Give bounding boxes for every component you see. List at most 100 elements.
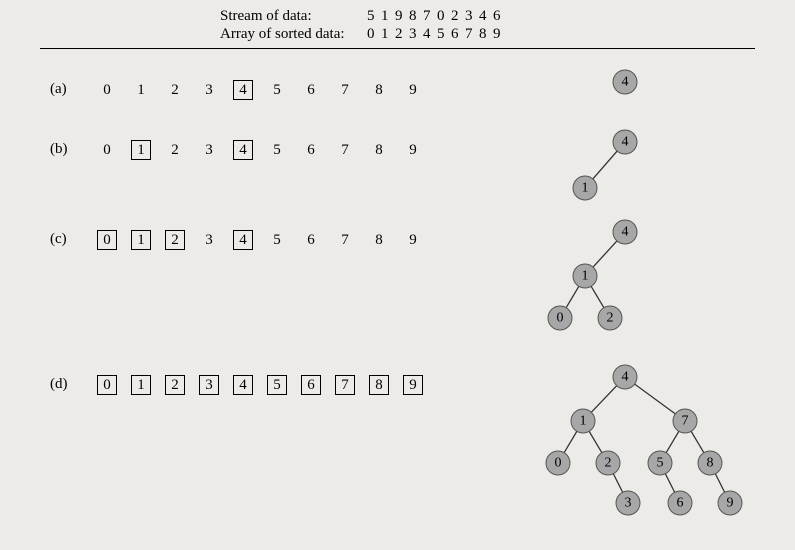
tree-node-label: 2 — [605, 456, 612, 471]
boxed-cell: 3 — [199, 375, 219, 395]
tree-edge — [589, 431, 602, 452]
tree-d: 4170258369 — [495, 363, 755, 523]
header-value: 1 — [378, 8, 392, 25]
header-value: 2 — [392, 26, 406, 43]
tree-edge — [666, 431, 679, 452]
boxed-cell: 4 — [233, 140, 253, 160]
boxed-cell: 8 — [369, 375, 389, 395]
tree-edge — [591, 286, 604, 307]
array-cell: 4 — [226, 375, 260, 395]
header-value: 3 — [462, 8, 476, 25]
header-value: 6 — [490, 8, 504, 25]
array-cell: 6 — [294, 142, 328, 159]
header-label-sorted: Array of sorted data: — [220, 26, 360, 43]
array-cell: 8 — [362, 82, 396, 99]
array-cell: 0 — [90, 230, 124, 250]
array-cell: 0 — [90, 375, 124, 395]
tree-edge — [691, 431, 704, 452]
boxed-cell: 0 — [97, 375, 117, 395]
tree-edge — [564, 431, 577, 452]
header-value: 5 — [434, 26, 448, 43]
tree-node-label: 0 — [555, 456, 562, 471]
tree-node-label: 6 — [677, 496, 684, 511]
tree-node-label: 8 — [707, 456, 714, 471]
boxed-cell: 4 — [233, 230, 253, 250]
tree-node-label: 7 — [682, 414, 689, 429]
array-cell: 7 — [328, 142, 362, 159]
array-cell: 3 — [192, 375, 226, 395]
array-cell: 5 — [260, 142, 294, 159]
boxed-cell: 9 — [403, 375, 423, 395]
header-label-stream: Stream of data: — [220, 8, 360, 25]
tree-edge — [566, 286, 579, 307]
tree-edge — [593, 241, 617, 267]
tree-edge — [635, 384, 676, 414]
array-cell: 1 — [124, 230, 158, 250]
boxed-cell: 5 — [267, 375, 287, 395]
header-value: 6 — [448, 26, 462, 43]
header-value: 4 — [476, 8, 490, 25]
header-value: 2 — [448, 8, 462, 25]
header-values-stream: 5198702346 — [364, 8, 504, 24]
boxed-cell: 7 — [335, 375, 355, 395]
array-cell: 2 — [158, 142, 192, 159]
array-cell: 4 — [226, 230, 260, 250]
array-cell: 9 — [396, 142, 430, 159]
array-cell: 8 — [362, 232, 396, 249]
array-cell: 4 — [226, 140, 260, 160]
header-value: 7 — [462, 26, 476, 43]
tree-b: 41 — [495, 128, 755, 206]
header-value: 3 — [406, 26, 420, 43]
tree-a: 4 — [495, 68, 755, 98]
header-value: 0 — [364, 26, 378, 43]
array-cell: 1 — [124, 82, 158, 99]
tree-edge — [613, 474, 622, 493]
header-line-2: Array of sorted data: 0123456789 — [220, 26, 504, 43]
array-cell: 1 — [124, 375, 158, 395]
tree-node-label: 1 — [582, 181, 589, 196]
array-cell: 0 — [90, 142, 124, 159]
array-cell: 3 — [192, 232, 226, 249]
array-row-c: (c)0123456789 — [50, 230, 430, 250]
tree-node-label: 4 — [622, 370, 629, 385]
tree-node-label: 4 — [622, 75, 629, 90]
boxed-cell: 4 — [233, 80, 253, 100]
row-tag: (b) — [50, 141, 90, 158]
row-tag: (d) — [50, 376, 90, 393]
boxed-cell: 0 — [97, 230, 117, 250]
boxed-cell: 2 — [165, 375, 185, 395]
tree-edge — [715, 474, 724, 493]
array-cell: 9 — [396, 232, 430, 249]
header-value: 8 — [406, 8, 420, 25]
array-cell: 6 — [294, 232, 328, 249]
array-cell: 4 — [226, 80, 260, 100]
tree-edge — [593, 151, 617, 179]
array-cell: 9 — [396, 82, 430, 99]
header-value: 0 — [434, 8, 448, 25]
array-cell: 7 — [328, 82, 362, 99]
array-cell: 5 — [260, 232, 294, 249]
tree-node-label: 4 — [622, 135, 629, 150]
divider — [40, 48, 755, 49]
array-cell: 0 — [90, 82, 124, 99]
boxed-cell: 6 — [301, 375, 321, 395]
header-value: 1 — [378, 26, 392, 43]
boxed-cell: 4 — [233, 375, 253, 395]
tree-node-label: 5 — [657, 456, 664, 471]
header-value: 7 — [420, 8, 434, 25]
header-line-1: Stream of data: 5198702346 — [220, 8, 504, 25]
boxed-cell: 1 — [131, 140, 151, 160]
boxed-cell: 1 — [131, 230, 151, 250]
tree-node-label: 4 — [622, 225, 629, 240]
array-cell: 8 — [362, 375, 396, 395]
array-cell: 6 — [294, 375, 328, 395]
header-value: 4 — [420, 26, 434, 43]
array-cell: 9 — [396, 375, 430, 395]
boxed-cell: 1 — [131, 375, 151, 395]
header-values-sorted: 0123456789 — [364, 26, 504, 42]
header-value: 9 — [490, 26, 504, 43]
tree-c: 4102 — [495, 218, 755, 336]
tree-node-label: 1 — [582, 269, 589, 284]
array-cell: 1 — [124, 140, 158, 160]
row-tag: (c) — [50, 231, 90, 248]
